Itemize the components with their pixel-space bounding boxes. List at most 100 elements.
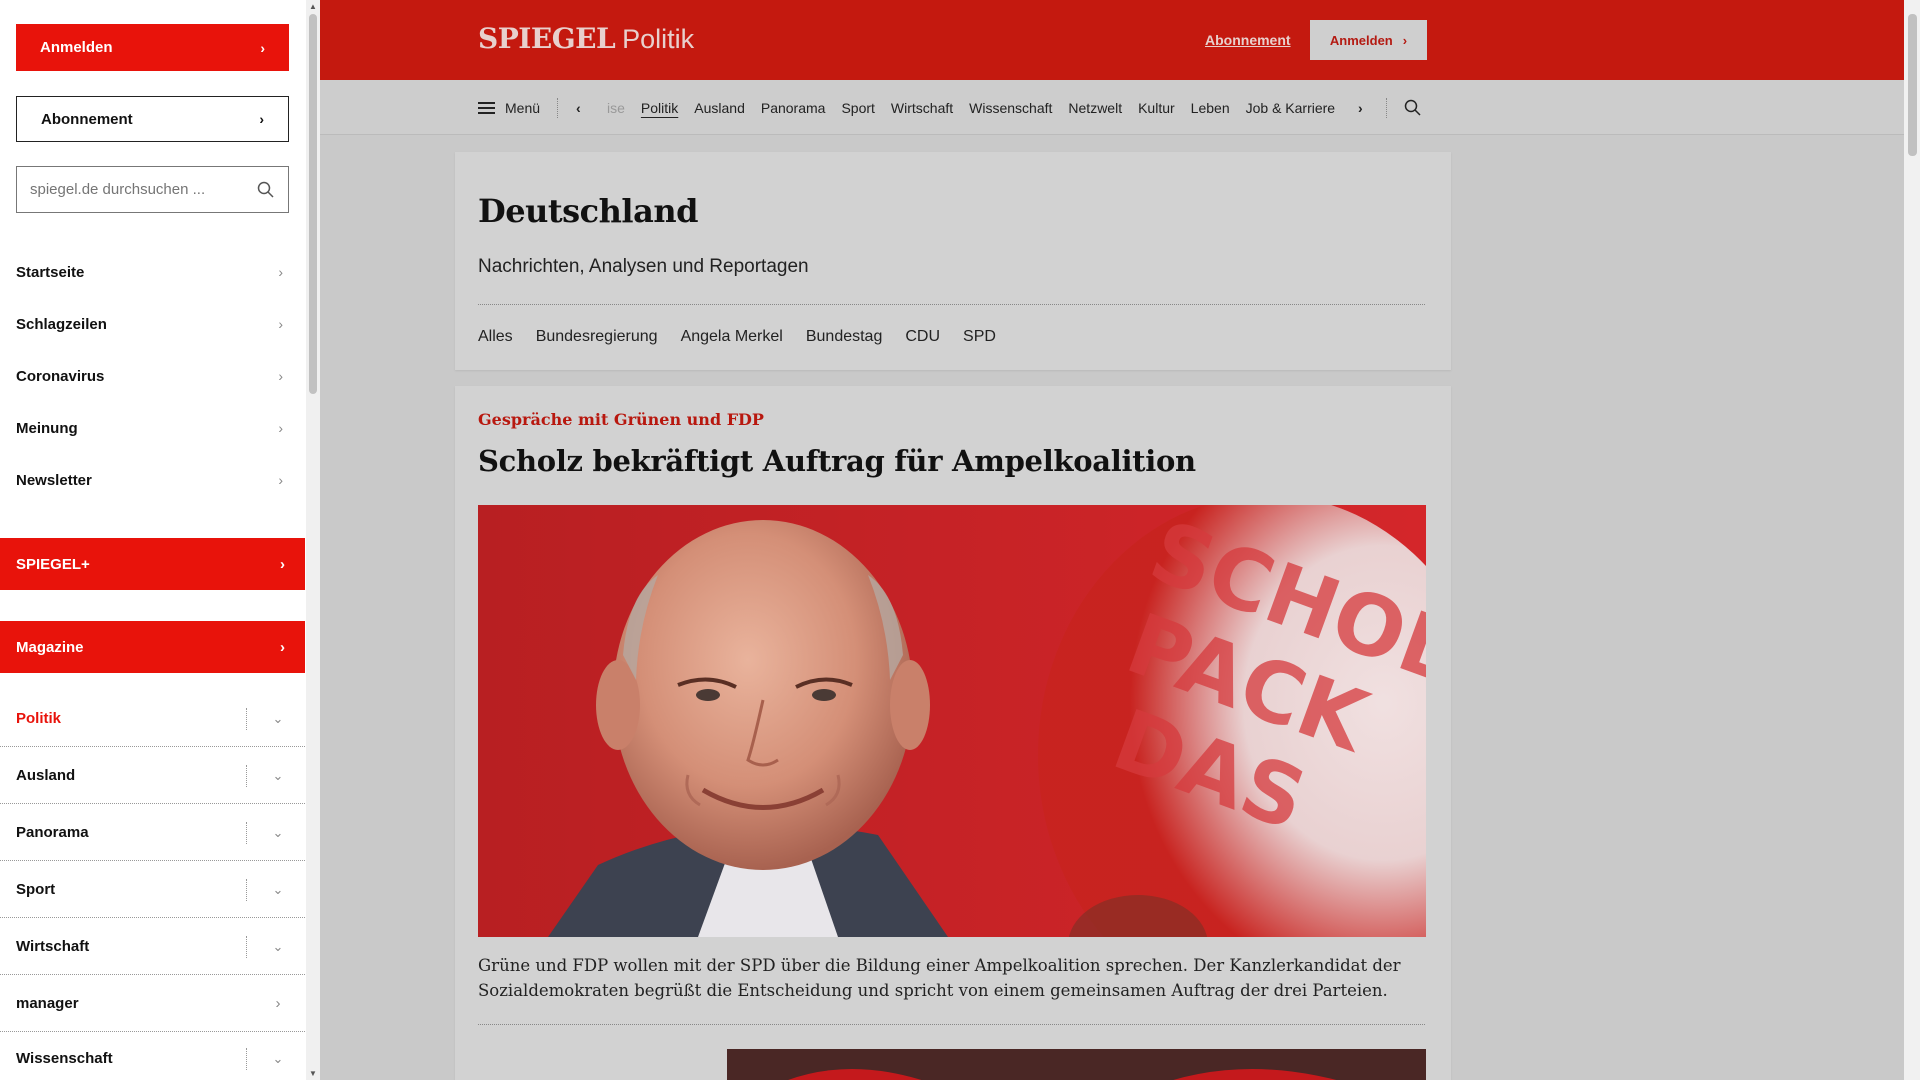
chevron-down-icon[interactable]: ⌄ (267, 768, 289, 784)
tag-alles[interactable]: Alles (478, 328, 513, 346)
divider (478, 1024, 1425, 1025)
scrollbar-thumb[interactable] (309, 14, 317, 394)
next-article-photo (727, 1049, 1426, 1080)
nav-items: ise Politik Ausland Panorama Sport Wirts… (607, 80, 1335, 135)
nav-prev-arrow-icon[interactable]: ‹ (576, 80, 581, 135)
sidebar-section-wissenschaft[interactable]: Wissenschaft ⌄ (0, 1031, 305, 1080)
sidebar-link-startseite[interactable]: Startseite › (16, 257, 289, 287)
nav-item-wirtschaft[interactable]: Wirtschaft (891, 100, 953, 116)
sidebar-login-label: Anmelden (40, 39, 113, 56)
portrait-photo: SCHOL PACK DAS (478, 505, 1426, 937)
sidebar-section-sport[interactable]: Sport ⌄ (0, 862, 305, 918)
search-icon (1404, 99, 1421, 116)
article-teaser[interactable]: Grüne und FDP wollen mit der SPD über di… (478, 953, 1426, 1003)
chevron-down-icon[interactable]: ⌄ (267, 1051, 289, 1067)
logo-brand: SPIEGEL (478, 22, 616, 55)
page-scrollbar[interactable] (1904, 0, 1920, 1080)
side-menu: Anmelden › Abonnement › Startseite › Schl… (0, 0, 306, 1080)
menu-button[interactable]: Menü (478, 80, 540, 135)
search-icon[interactable] (257, 181, 274, 198)
scroll-up-arrow-icon[interactable]: ▲ (309, 2, 317, 11)
tag-bundesregierung[interactable]: Bundesregierung (536, 328, 658, 346)
lead-article-card[interactable]: Gespräche mit Grünen und FDP Scholz bekr… (455, 386, 1451, 1080)
article-headline[interactable]: Scholz bekräftigt Auftrag für Ampelkoali… (478, 444, 1196, 478)
page-subtitle: Nachrichten, Analysen und Reportagen (478, 256, 809, 277)
sidebar-search-box (16, 166, 289, 213)
chevron-right-icon: › (278, 368, 283, 384)
chevron-right-icon: › (1402, 32, 1408, 48)
sidebar-link-newsletter[interactable]: Newsletter › (16, 465, 289, 495)
chevron-right-icon: › (278, 472, 283, 488)
article-kicker[interactable]: Gespräche mit Grünen und FDP (478, 410, 764, 429)
sidebar-magazine[interactable]: Magazine › (0, 621, 305, 673)
search-input[interactable] (30, 181, 230, 198)
chevron-right-icon: › (278, 264, 283, 280)
sidebar-link-schlagzeilen[interactable]: Schlagzeilen › (16, 309, 289, 339)
page-title: Deutschland (478, 192, 698, 230)
next-article-image[interactable] (727, 1049, 1426, 1080)
nav-item-leben[interactable]: Leben (1191, 100, 1230, 116)
sidebar-link-coronavirus[interactable]: Coronavirus › (16, 361, 289, 391)
sidebar-section-ausland[interactable]: Ausland ⌄ (0, 748, 305, 804)
nav-item-politik[interactable]: Politik (641, 100, 678, 116)
scrollbar-thumb[interactable] (1908, 14, 1917, 156)
nav-item-wissenschaft[interactable]: Wissenschaft (969, 100, 1052, 116)
sidebar-link-label: Schlagzeilen (16, 315, 107, 333)
divider (557, 98, 558, 118)
divider (246, 878, 247, 901)
sidebar-section-label: Ausland (16, 767, 76, 784)
divider (246, 821, 247, 844)
nav-search-button[interactable] (1404, 80, 1421, 135)
chevron-down-icon[interactable]: ⌄ (267, 882, 289, 898)
tag-bundestag[interactable]: Bundestag (806, 328, 883, 346)
divider (478, 304, 1425, 305)
tag-spd[interactable]: SPD (963, 328, 996, 346)
chevron-right-icon: › (260, 39, 265, 56)
article-hero-image[interactable]: SCHOL PACK DAS (478, 505, 1426, 937)
sidebar-spiegel-plus[interactable]: SPIEGEL+ › (0, 538, 305, 590)
sidebar-spiegel-plus-label: SPIEGEL+ (16, 555, 90, 573)
tag-angela-merkel[interactable]: Angela Merkel (681, 328, 783, 346)
chevron-right-icon: › (280, 638, 285, 656)
chevron-down-icon[interactable]: ⌄ (267, 939, 289, 955)
section-navigation: Menü ‹ ise Politik Ausland Panorama Spor… (320, 80, 1904, 135)
divider (246, 1047, 247, 1070)
sidebar-section-politik[interactable]: Politik ⌄ (0, 691, 305, 747)
sidebar-section-label: Sport (16, 881, 56, 898)
sidebar-section-label: Wirtschaft (16, 938, 90, 955)
nav-item-job-karriere[interactable]: Job & Karriere (1246, 100, 1335, 116)
sidebar-section-label: Panorama (16, 824, 89, 841)
sidebar-scrollbar[interactable]: ▲ ▼ (306, 0, 320, 1080)
sidebar-link-meinung[interactable]: Meinung › (16, 413, 289, 443)
site-header: SPIEGEL Politik Abonnement Anmelden › (320, 0, 1904, 80)
sidebar-link-label: Newsletter (16, 471, 92, 489)
chevron-right-icon: › (280, 555, 285, 573)
nav-item-sport[interactable]: Sport (841, 100, 874, 116)
header-subscription-link[interactable]: Abonnement (1205, 32, 1291, 48)
tag-cdu[interactable]: CDU (905, 328, 940, 346)
nav-item-panorama[interactable]: Panorama (761, 100, 826, 116)
nav-item-kultur[interactable]: Kultur (1138, 100, 1175, 116)
sidebar-link-label: Coronavirus (16, 367, 105, 385)
chevron-right-icon: › (275, 995, 281, 1012)
chevron-right-icon: › (278, 420, 283, 436)
chevron-down-icon[interactable]: ⌄ (267, 711, 289, 727)
sidebar-section-manager[interactable]: manager › (0, 976, 305, 1032)
scroll-down-arrow-icon[interactable]: ▼ (309, 1069, 317, 1078)
chevron-right-icon: › (278, 316, 283, 332)
nav-item-faded[interactable]: ise (607, 100, 625, 116)
chevron-down-icon[interactable]: ⌄ (267, 825, 289, 841)
ressort-header-card: Deutschland Nachrichten, Analysen und Re… (455, 152, 1451, 370)
sidebar-section-panorama[interactable]: Panorama ⌄ (0, 805, 305, 861)
divider (246, 764, 247, 787)
sidebar-subscription-button[interactable]: Abonnement › (16, 96, 289, 142)
nav-item-netzwelt[interactable]: Netzwelt (1068, 100, 1122, 116)
spiegel-logo[interactable]: SPIEGEL Politik (478, 22, 694, 55)
header-login-button[interactable]: Anmelden › (1310, 20, 1427, 60)
topic-tags: Alles Bundesregierung Angela Merkel Bund… (478, 328, 996, 346)
sidebar-section-wirtschaft[interactable]: Wirtschaft ⌄ (0, 919, 305, 975)
sidebar-login-button[interactable]: Anmelden › (16, 24, 289, 71)
nav-next-arrow-icon[interactable]: › (1358, 80, 1363, 135)
sidebar-link-label: Meinung (16, 419, 78, 437)
nav-item-ausland[interactable]: Ausland (694, 100, 745, 116)
